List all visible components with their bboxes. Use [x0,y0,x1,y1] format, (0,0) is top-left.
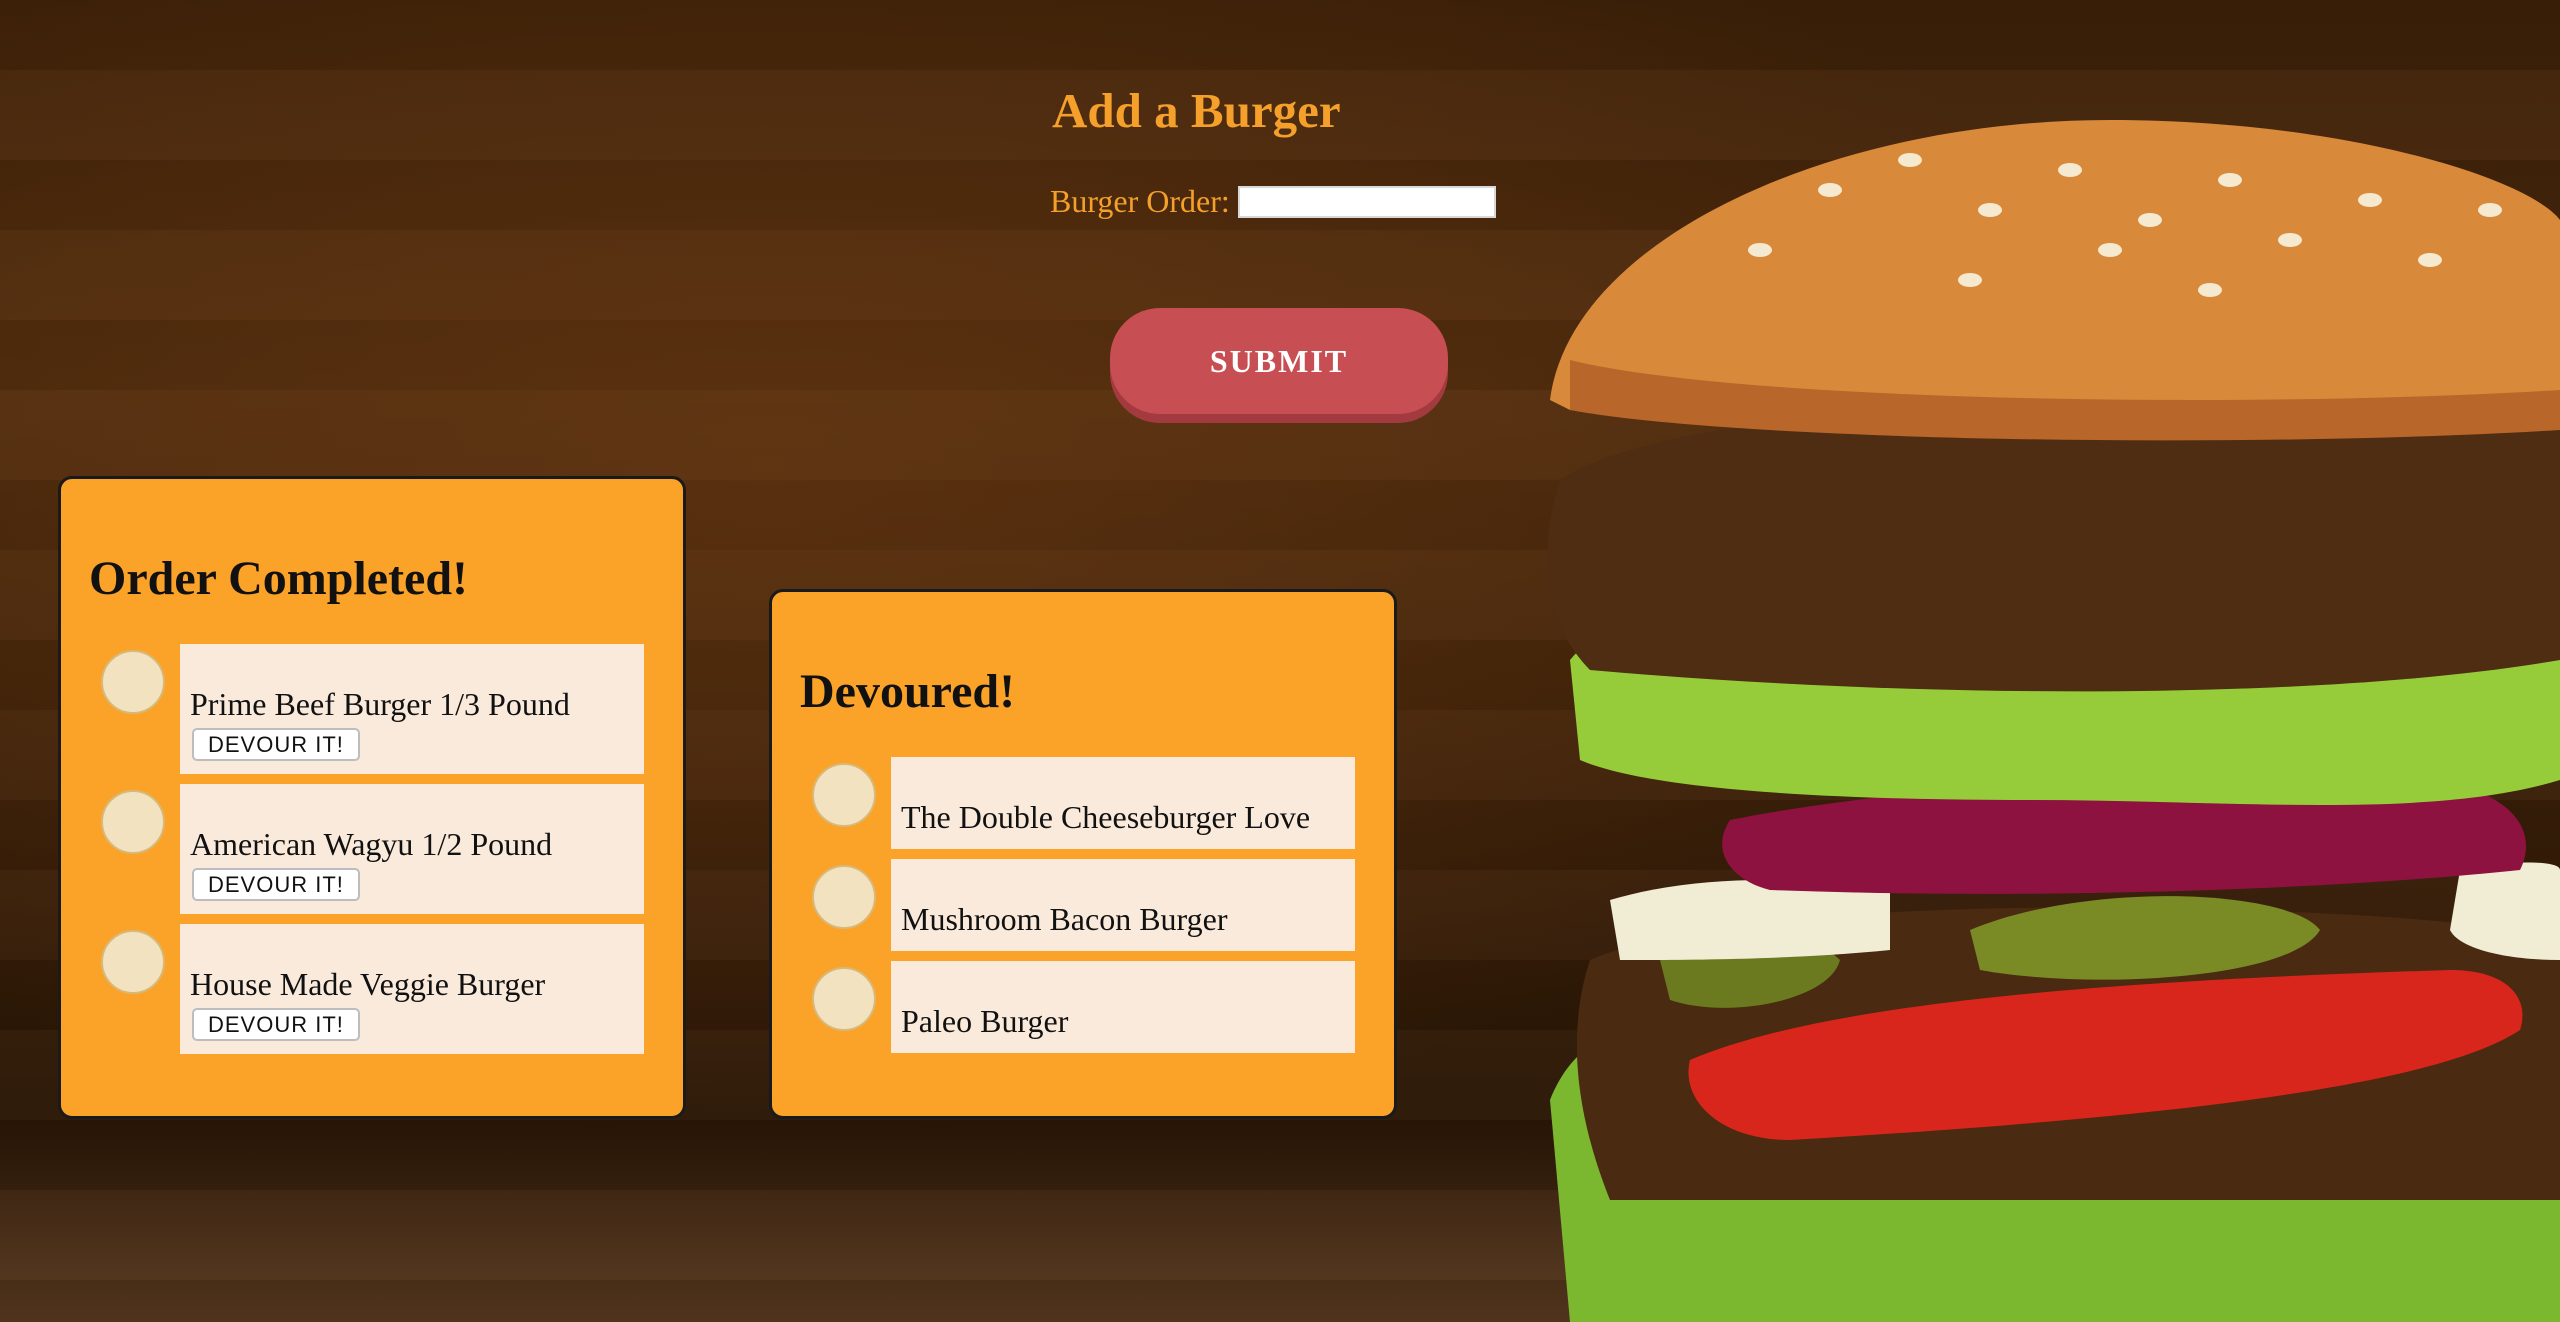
burger-icon [812,865,876,929]
burger-icon [812,763,876,827]
order-completed-panel: Order Completed! Prime Beef Burger 1/3 P… [58,476,686,1119]
burger-name: The Double Cheeseburger Love [901,799,1311,835]
list-item: House Made Veggie Burger DEVOUR IT! [61,924,683,1054]
devour-button[interactable]: DEVOUR IT! [192,868,360,901]
list-item: Prime Beef Burger 1/3 Pound DEVOUR IT! [61,644,683,774]
burger-order-row: Burger Order: [1050,183,1496,220]
burger-order-label: Burger Order: [1050,183,1230,219]
devoured-card: Paleo Burger [891,961,1355,1053]
devour-button[interactable]: DEVOUR IT! [192,728,360,761]
burger-photo [1547,120,2560,1322]
burger-icon [812,967,876,1031]
list-item: Paleo Burger [772,961,1394,1053]
devoured-title: Devoured! [800,665,1016,718]
add-burger-title: Add a Burger [1052,83,1341,138]
burger-icon [101,650,165,714]
burger-name: American Wagyu 1/2 Pound [190,826,553,862]
burger-name: Paleo Burger [901,1003,1069,1039]
order-card: House Made Veggie Burger DEVOUR IT! [180,924,644,1054]
order-card: Prime Beef Burger 1/3 Pound DEVOUR IT! [180,644,644,774]
burger-order-input[interactable] [1237,185,1496,218]
burger-name: House Made Veggie Burger [190,966,546,1002]
order-completed-title: Order Completed! [89,552,469,605]
burger-name: Prime Beef Burger 1/3 Pound [190,686,570,722]
devoured-panel: Devoured! The Double Cheeseburger Love M… [769,589,1397,1119]
list-item: American Wagyu 1/2 Pound DEVOUR IT! [61,784,683,914]
burger-name: Mushroom Bacon Burger [901,901,1228,937]
burger-icon [101,930,165,994]
list-item: The Double Cheeseburger Love [772,757,1394,849]
devoured-card: The Double Cheeseburger Love [891,757,1355,849]
burger-icon [101,790,165,854]
devour-button[interactable]: DEVOUR IT! [192,1008,360,1041]
submit-button[interactable]: SUBMIT [1110,308,1448,414]
list-item: Mushroom Bacon Burger [772,859,1394,951]
order-card: American Wagyu 1/2 Pound DEVOUR IT! [180,784,644,914]
devoured-card: Mushroom Bacon Burger [891,859,1355,951]
